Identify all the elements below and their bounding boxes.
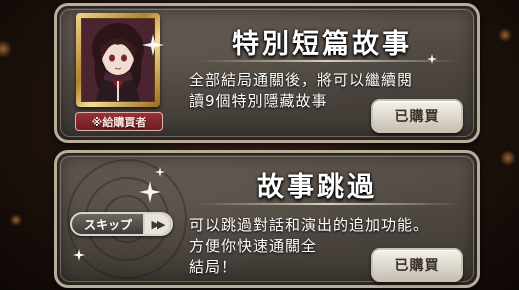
character-portrait-image xyxy=(82,19,154,101)
title-divider xyxy=(197,60,459,62)
title-divider xyxy=(197,203,459,205)
skip-pill-label: スキップ xyxy=(84,217,133,232)
description-line: 可以跳過對話和演出的追加功能。 xyxy=(189,216,430,234)
ember-glow xyxy=(10,214,22,226)
sparkle-icon xyxy=(142,34,164,56)
sparkle-icon xyxy=(427,54,437,64)
portrait-frame xyxy=(76,13,160,107)
special-story-panel: ※給購買者 特別短篇故事 全部結局通關後，將可以繼續閱 讀9個特別隱藏故事 已購… xyxy=(54,3,480,143)
buyer-badge: ※給購買者 xyxy=(75,112,163,131)
ember-glow xyxy=(500,150,516,166)
sparkle-icon xyxy=(73,249,85,261)
skip-feature-pill: スキップ ▶▶ xyxy=(70,212,173,236)
character-portrait xyxy=(81,18,155,102)
story-skip-title: 故事跳過 xyxy=(257,172,377,203)
purchased-button[interactable]: 已購買 xyxy=(371,248,463,282)
purchased-button[interactable]: 已購買 xyxy=(371,99,463,133)
description-line: 全部結局通關後，將可以繼續閱 xyxy=(189,71,414,89)
ember-glow xyxy=(498,28,512,42)
fast-forward-icon: ▶▶ xyxy=(143,212,171,236)
ember-glow xyxy=(0,40,12,58)
story-skip-panel: スキップ ▶▶ 故事跳過 可以跳過對話和演出的追加功能。 方便你快速通關全 結局… xyxy=(54,150,480,288)
